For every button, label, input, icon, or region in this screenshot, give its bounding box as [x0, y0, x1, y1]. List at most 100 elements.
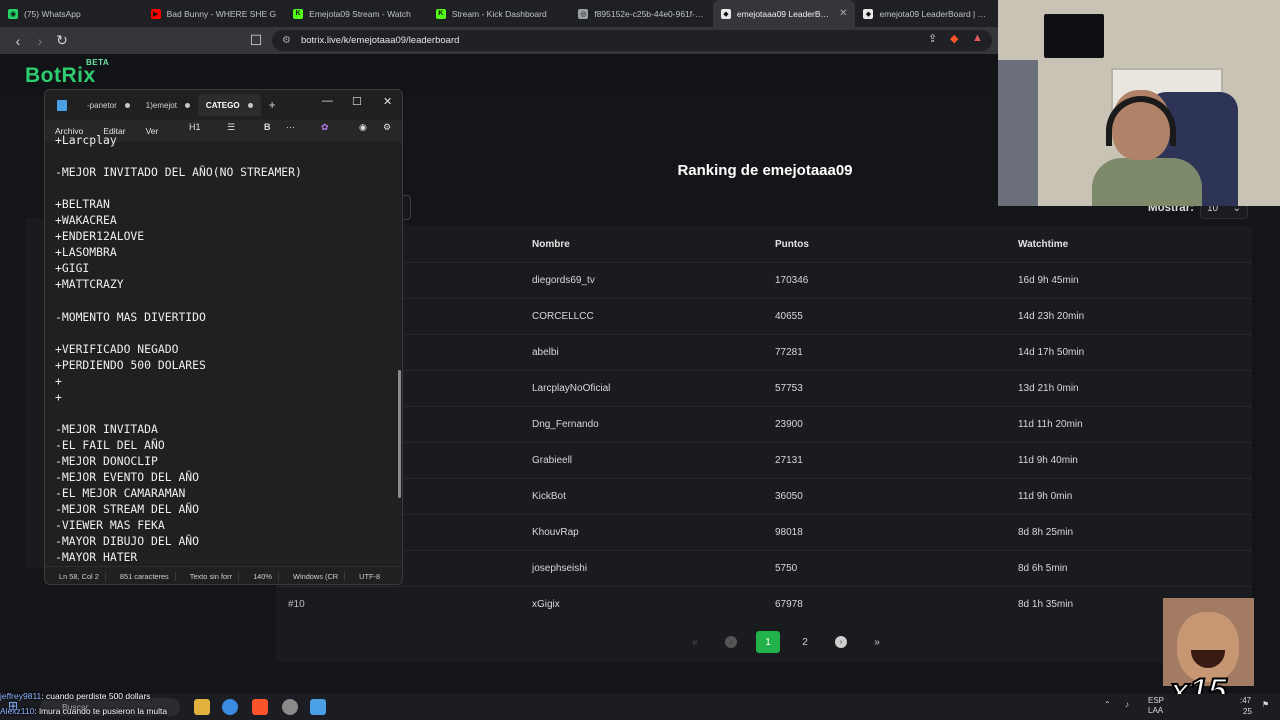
- tab-label: CATEGO: [205, 100, 240, 110]
- last-page-button[interactable]: »: [866, 631, 888, 653]
- row-username: xGigix: [532, 599, 560, 610]
- browser-toolbar: ‹ › ↻ ☐ ⚙ botrix.live/k/emejotaaa09/lead…: [0, 27, 998, 54]
- table-row[interactable]: Dng_Fernando 23900 11d 11h 20min: [276, 406, 1252, 442]
- language-indicator[interactable]: ESP LAA: [1148, 696, 1164, 716]
- bookmark-icon[interactable]: ☐: [246, 30, 266, 50]
- browser-tab-title: Stream - Kick Dashboard: [451, 8, 547, 19]
- close-button[interactable]: ✕: [383, 95, 392, 108]
- chat-text: : lmura cuando te pusieron la multa: [34, 706, 168, 716]
- notepad-icon: [57, 99, 67, 111]
- row-username: diegords69_tv: [532, 275, 595, 286]
- notepad-statusbar: Ln 58, Col 2 851 caracteres Texto sin fo…: [45, 566, 402, 584]
- browser-tab[interactable]: ◉ (75) WhatsApp: [0, 0, 143, 27]
- row-watchtime: 8d 1h 35min: [1018, 599, 1074, 610]
- botrix-logo[interactable]: BotRix BETA: [25, 58, 109, 88]
- row-watchtime: 16d 9h 45min: [1018, 275, 1079, 286]
- table-row[interactable]: Grabieell 27131 11d 9h 40min: [276, 442, 1252, 478]
- notepad-tab[interactable]: -panetor: [79, 94, 138, 116]
- reload-button[interactable]: ↻: [52, 31, 72, 51]
- row-username: abelbi: [532, 347, 559, 358]
- status-position: Ln 58, Col 2: [45, 572, 106, 581]
- table-row[interactable]: KickBot 36050 11d 9h 0min: [276, 478, 1252, 514]
- browser-tab[interactable]: ▶ Bad Bunny - WHERE SHE G: [143, 0, 286, 27]
- row-points: 27131: [775, 455, 803, 466]
- notepad-tab[interactable]: 1)emejot: [138, 94, 198, 116]
- notepad-window[interactable]: -panetor 1)emejot CATEGO + — ☐ ✕ Archivo…: [44, 89, 403, 585]
- chevron-left-icon: ‹: [725, 636, 737, 648]
- chat-user: Alexz110: [0, 706, 35, 716]
- notepad-taskbar-icon[interactable]: [310, 699, 326, 715]
- rewards-icon[interactable]: ▲: [972, 32, 983, 44]
- browser-tab-title: Bad Bunny - WHERE SHE G: [166, 8, 277, 19]
- site-settings-icon[interactable]: ⚙: [282, 35, 291, 46]
- column-header-watchtime[interactable]: Watchtime: [1018, 239, 1068, 250]
- row-watchtime: 13d 21h 0min: [1018, 383, 1079, 394]
- more-options-button[interactable]: ···: [286, 122, 295, 132]
- youtube-icon: ▶: [150, 8, 161, 19]
- table-row[interactable]: abelbi 77281 14d 17h 50min: [276, 334, 1252, 370]
- row-username: CORCELLCC: [532, 311, 594, 322]
- notepad-tab-active[interactable]: CATEGO: [197, 94, 261, 116]
- column-header-name[interactable]: Nombre: [532, 239, 570, 250]
- streamer: [1092, 90, 1202, 206]
- tab-label: 1)emejot: [145, 100, 177, 110]
- row-points: 98018: [775, 527, 803, 538]
- status-zoom: 140%: [239, 572, 279, 581]
- tray-chevron-icon[interactable]: ⌃: [1104, 700, 1111, 709]
- table-row[interactable]: josephseishi 5750 8d 6h 5min: [276, 550, 1252, 586]
- table-row[interactable]: CORCELLCC 40655 14d 23h 20min: [276, 298, 1252, 334]
- pagination: « ‹ 1 2 › »: [684, 631, 888, 653]
- browser-tab-bar: ◉ (75) WhatsApp ▶ Bad Bunny - WHERE SHE G KE…: [0, 0, 998, 27]
- row-points: 40655: [775, 311, 803, 322]
- kick-icon: K: [435, 8, 446, 19]
- notepad-text-area[interactable]: +Larcplay -MEJOR INVITADO DEL AÑO(NO STR…: [55, 132, 395, 562]
- browser-tab[interactable]: ◎ f895152e-c25b-44e0-961f-322: [570, 0, 713, 27]
- browser-tab-title: emejota09 LeaderBoard | The: [879, 8, 991, 19]
- mic-icon[interactable]: ♪: [1125, 700, 1129, 709]
- lang-layout: LAA: [1148, 706, 1164, 715]
- file-explorer-icon[interactable]: [194, 699, 210, 715]
- browser-tab[interactable]: K Stream - Kick Dashboard: [428, 0, 571, 27]
- table-row[interactable]: diegords69_tv 170346 16d 9h 45min: [276, 262, 1252, 298]
- new-tab-button[interactable]: +: [261, 94, 284, 116]
- forward-button[interactable]: ›: [30, 31, 50, 51]
- chat-message: Alexz110: lmura cuando te pusieron la mu…: [0, 706, 167, 716]
- table-row[interactable]: LarcplayNoOficial 57753 13d 21h 0min: [276, 370, 1252, 406]
- browser-tab[interactable]: ◆ emejotaaa09 LeaderBoard ✕: [712, 0, 856, 27]
- column-header-points[interactable]: Puntos: [775, 239, 809, 250]
- table-row[interactable]: KhouvRap 98018 8d 8h 25min: [276, 514, 1252, 550]
- prev-page-button[interactable]: ‹: [720, 631, 742, 653]
- obs-icon[interactable]: [282, 699, 298, 715]
- notification-icon[interactable]: ⚑: [1262, 700, 1269, 709]
- brave-shield-icon[interactable]: ◆: [950, 32, 958, 45]
- brave-icon[interactable]: [252, 699, 268, 715]
- chat-message: jeffrey9811: cuando perdiste 500 dollars: [0, 691, 150, 701]
- globe-icon: ◎: [578, 8, 589, 19]
- tab-label: -panetor: [87, 100, 117, 110]
- clock-date: 25: [1243, 707, 1252, 716]
- minimize-button[interactable]: —: [322, 95, 333, 107]
- clock-time: :47: [1240, 696, 1252, 705]
- row-watchtime: 11d 11h 20min: [1018, 419, 1083, 430]
- chrome-icon[interactable]: [222, 699, 238, 715]
- bold-button[interactable]: B: [264, 122, 271, 132]
- browser-tab[interactable]: ◆ emejota09 LeaderBoard | The: [855, 0, 998, 27]
- scrollbar-thumb[interactable]: [398, 370, 401, 498]
- share-icon[interactable]: ⇪: [928, 32, 937, 45]
- close-tab-icon[interactable]: ✕: [839, 8, 847, 19]
- next-page-button[interactable]: ›: [830, 631, 852, 653]
- address-bar[interactable]: ⚙ botrix.live/k/emejotaaa09/leaderboard: [272, 30, 992, 51]
- row-username: KickBot: [532, 491, 566, 502]
- back-button[interactable]: ‹: [8, 31, 28, 51]
- page-2-button[interactable]: 2: [794, 631, 816, 653]
- heading-dropdown[interactable]: H1: [189, 122, 201, 132]
- lang-code: ESP: [1148, 696, 1165, 705]
- first-page-button[interactable]: «: [684, 631, 706, 653]
- chevron-right-icon: ›: [835, 636, 847, 648]
- browser-tab[interactable]: K Emejota09 Stream - Watch: [285, 0, 428, 27]
- chat-user: jeffrey9811: [0, 691, 42, 701]
- page-1-button[interactable]: 1: [756, 631, 780, 653]
- maximize-button[interactable]: ☐: [352, 95, 362, 108]
- table-row[interactable]: #10 xGigix 67978 8d 1h 35min: [276, 586, 1252, 622]
- status-encoding: UTF-8: [359, 572, 381, 581]
